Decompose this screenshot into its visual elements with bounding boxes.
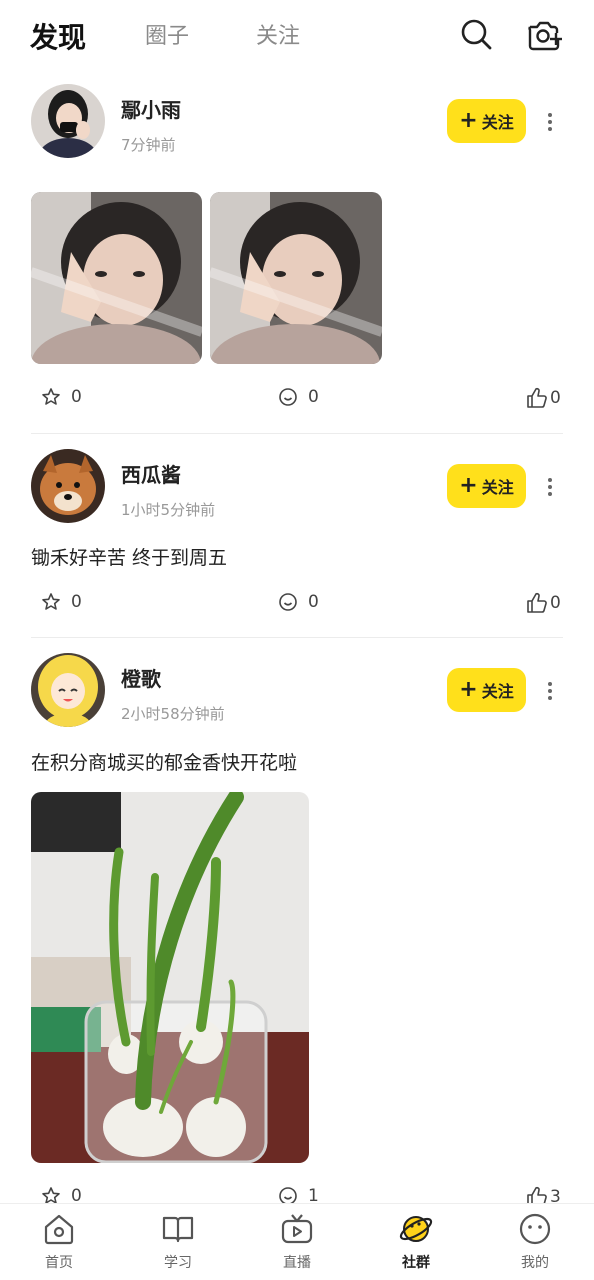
nav-study[interactable]: 学习 (138, 1212, 218, 1272)
nav-home[interactable]: 首页 (19, 1212, 99, 1272)
plus-icon: + (459, 108, 478, 133)
star-icon (42, 593, 60, 610)
tab-circles[interactable]: 圈子 (145, 18, 189, 50)
follow-label: 关注 (481, 682, 514, 701)
star-icon (42, 388, 60, 405)
more-options-icon[interactable] (540, 110, 560, 134)
post-time: 1小时5分钟前 (121, 501, 216, 519)
username[interactable]: 西瓜酱 (121, 459, 181, 488)
tab-following-label: 关注 (256, 24, 301, 49)
nav-me[interactable]: 我的 (495, 1212, 575, 1272)
nav-home-label: 首页 (45, 1255, 73, 1271)
like-action[interactable]: 0 (526, 592, 561, 614)
home-icon (44, 1214, 74, 1245)
follow-label: 关注 (481, 113, 514, 132)
comment-action[interactable]: 0 (278, 592, 319, 612)
top-header: 发现 圈子 关注 (0, 0, 594, 76)
username[interactable]: 橙歌 (121, 663, 161, 692)
like-count: 0 (550, 388, 561, 408)
follow-button[interactable]: + 关注 (447, 99, 526, 143)
tab-discover[interactable]: 发现 (28, 16, 89, 56)
like-count: 0 (550, 593, 561, 613)
star-action[interactable]: 0 (41, 592, 82, 612)
planet-icon (399, 1216, 433, 1242)
comment-icon (279, 593, 297, 611)
thumbs-up-icon (527, 387, 547, 408)
post-text: 锄禾好辛苦 终于到周五 (31, 547, 228, 569)
follow-button[interactable]: + 关注 (447, 668, 526, 712)
avatar[interactable] (31, 653, 105, 727)
follow-button[interactable]: + 关注 (447, 464, 526, 508)
nav-community[interactable]: 社群 (376, 1212, 456, 1272)
post-photo[interactable] (210, 192, 382, 364)
star-count: 0 (71, 387, 82, 407)
tab-following[interactable]: 关注 (256, 18, 300, 50)
more-options-icon[interactable] (540, 679, 560, 703)
divider (31, 433, 563, 434)
comment-count: 0 (308, 592, 319, 612)
avatar[interactable] (31, 84, 105, 158)
nav-me-label: 我的 (521, 1255, 549, 1271)
plus-icon: + (459, 677, 478, 702)
divider (31, 637, 563, 638)
post-text: 在积分商城买的郁金香快开花啦 (31, 752, 298, 774)
more-options-icon[interactable] (540, 475, 560, 499)
nav-live-label: 直播 (283, 1255, 311, 1271)
star-count: 0 (71, 592, 82, 612)
live-tv-icon (281, 1214, 313, 1244)
post-time: 7分钟前 (121, 136, 176, 154)
nav-community-label: 社群 (402, 1255, 430, 1271)
comment-count: 0 (308, 387, 319, 407)
plus-icon: + (459, 473, 478, 498)
follow-label: 关注 (481, 478, 514, 497)
nav-live[interactable]: 直播 (257, 1212, 337, 1272)
thumbs-up-icon (527, 592, 547, 613)
like-action[interactable]: 0 (526, 387, 561, 409)
avatar[interactable] (31, 449, 105, 523)
comment-action[interactable]: 0 (278, 387, 319, 407)
post-photo[interactable] (31, 192, 202, 364)
camera-add-icon[interactable] (526, 16, 562, 52)
tab-discover-label: 发现 (30, 21, 87, 54)
star-action[interactable]: 0 (41, 387, 82, 407)
tab-circles-label: 圈子 (145, 24, 190, 49)
comment-icon (279, 388, 297, 406)
post-photo[interactable] (31, 792, 309, 1163)
nav-study-label: 学习 (164, 1255, 192, 1271)
post-time: 2小时58分钟前 (121, 705, 225, 723)
face-icon (519, 1213, 551, 1245)
search-icon[interactable] (458, 16, 494, 52)
book-icon (162, 1216, 194, 1243)
bottom-navigation: 首页 学习 直播 社群 我的 (0, 1203, 594, 1280)
username[interactable]: 鄢小雨 (121, 94, 181, 123)
